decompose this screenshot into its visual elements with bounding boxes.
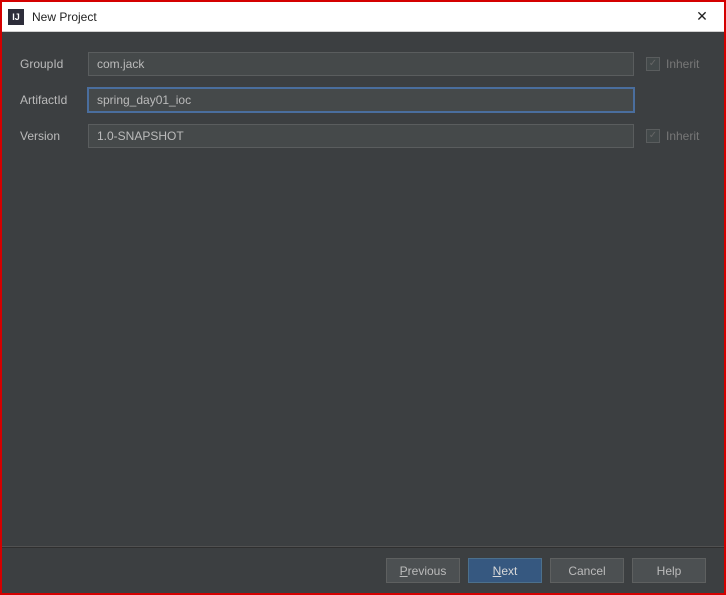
close-icon: ✕ [696,8,708,25]
window-title: New Project [32,10,97,24]
app-icon: IJ [8,9,24,25]
version-input[interactable] [88,124,634,148]
inherit-label: Inherit [666,129,699,143]
groupid-inherit[interactable]: ✓ Inherit [646,57,706,71]
version-label: Version [20,129,78,143]
version-row: Version ✓ Inherit [20,124,706,148]
inherit-label: Inherit [666,57,699,71]
button-bar: Previous Next Cancel Help [2,547,724,593]
previous-button[interactable]: Previous [386,558,460,583]
groupid-input[interactable] [88,52,634,76]
titlebar: IJ New Project ✕ [2,2,724,32]
checkbox-checked-icon: ✓ [646,57,660,71]
close-button[interactable]: ✕ [680,2,724,32]
artifactid-label: ArtifactId [20,93,78,107]
artifactid-input[interactable] [88,88,634,112]
cancel-button[interactable]: Cancel [550,558,624,583]
dialog-content: GroupId ✓ Inherit ArtifactId Version ✓ I… [2,32,724,547]
version-inherit[interactable]: ✓ Inherit [646,129,706,143]
help-button[interactable]: Help [632,558,706,583]
checkbox-checked-icon: ✓ [646,129,660,143]
groupid-row: GroupId ✓ Inherit [20,52,706,76]
groupid-label: GroupId [20,57,78,71]
artifactid-row: ArtifactId [20,88,706,112]
next-button[interactable]: Next [468,558,542,583]
